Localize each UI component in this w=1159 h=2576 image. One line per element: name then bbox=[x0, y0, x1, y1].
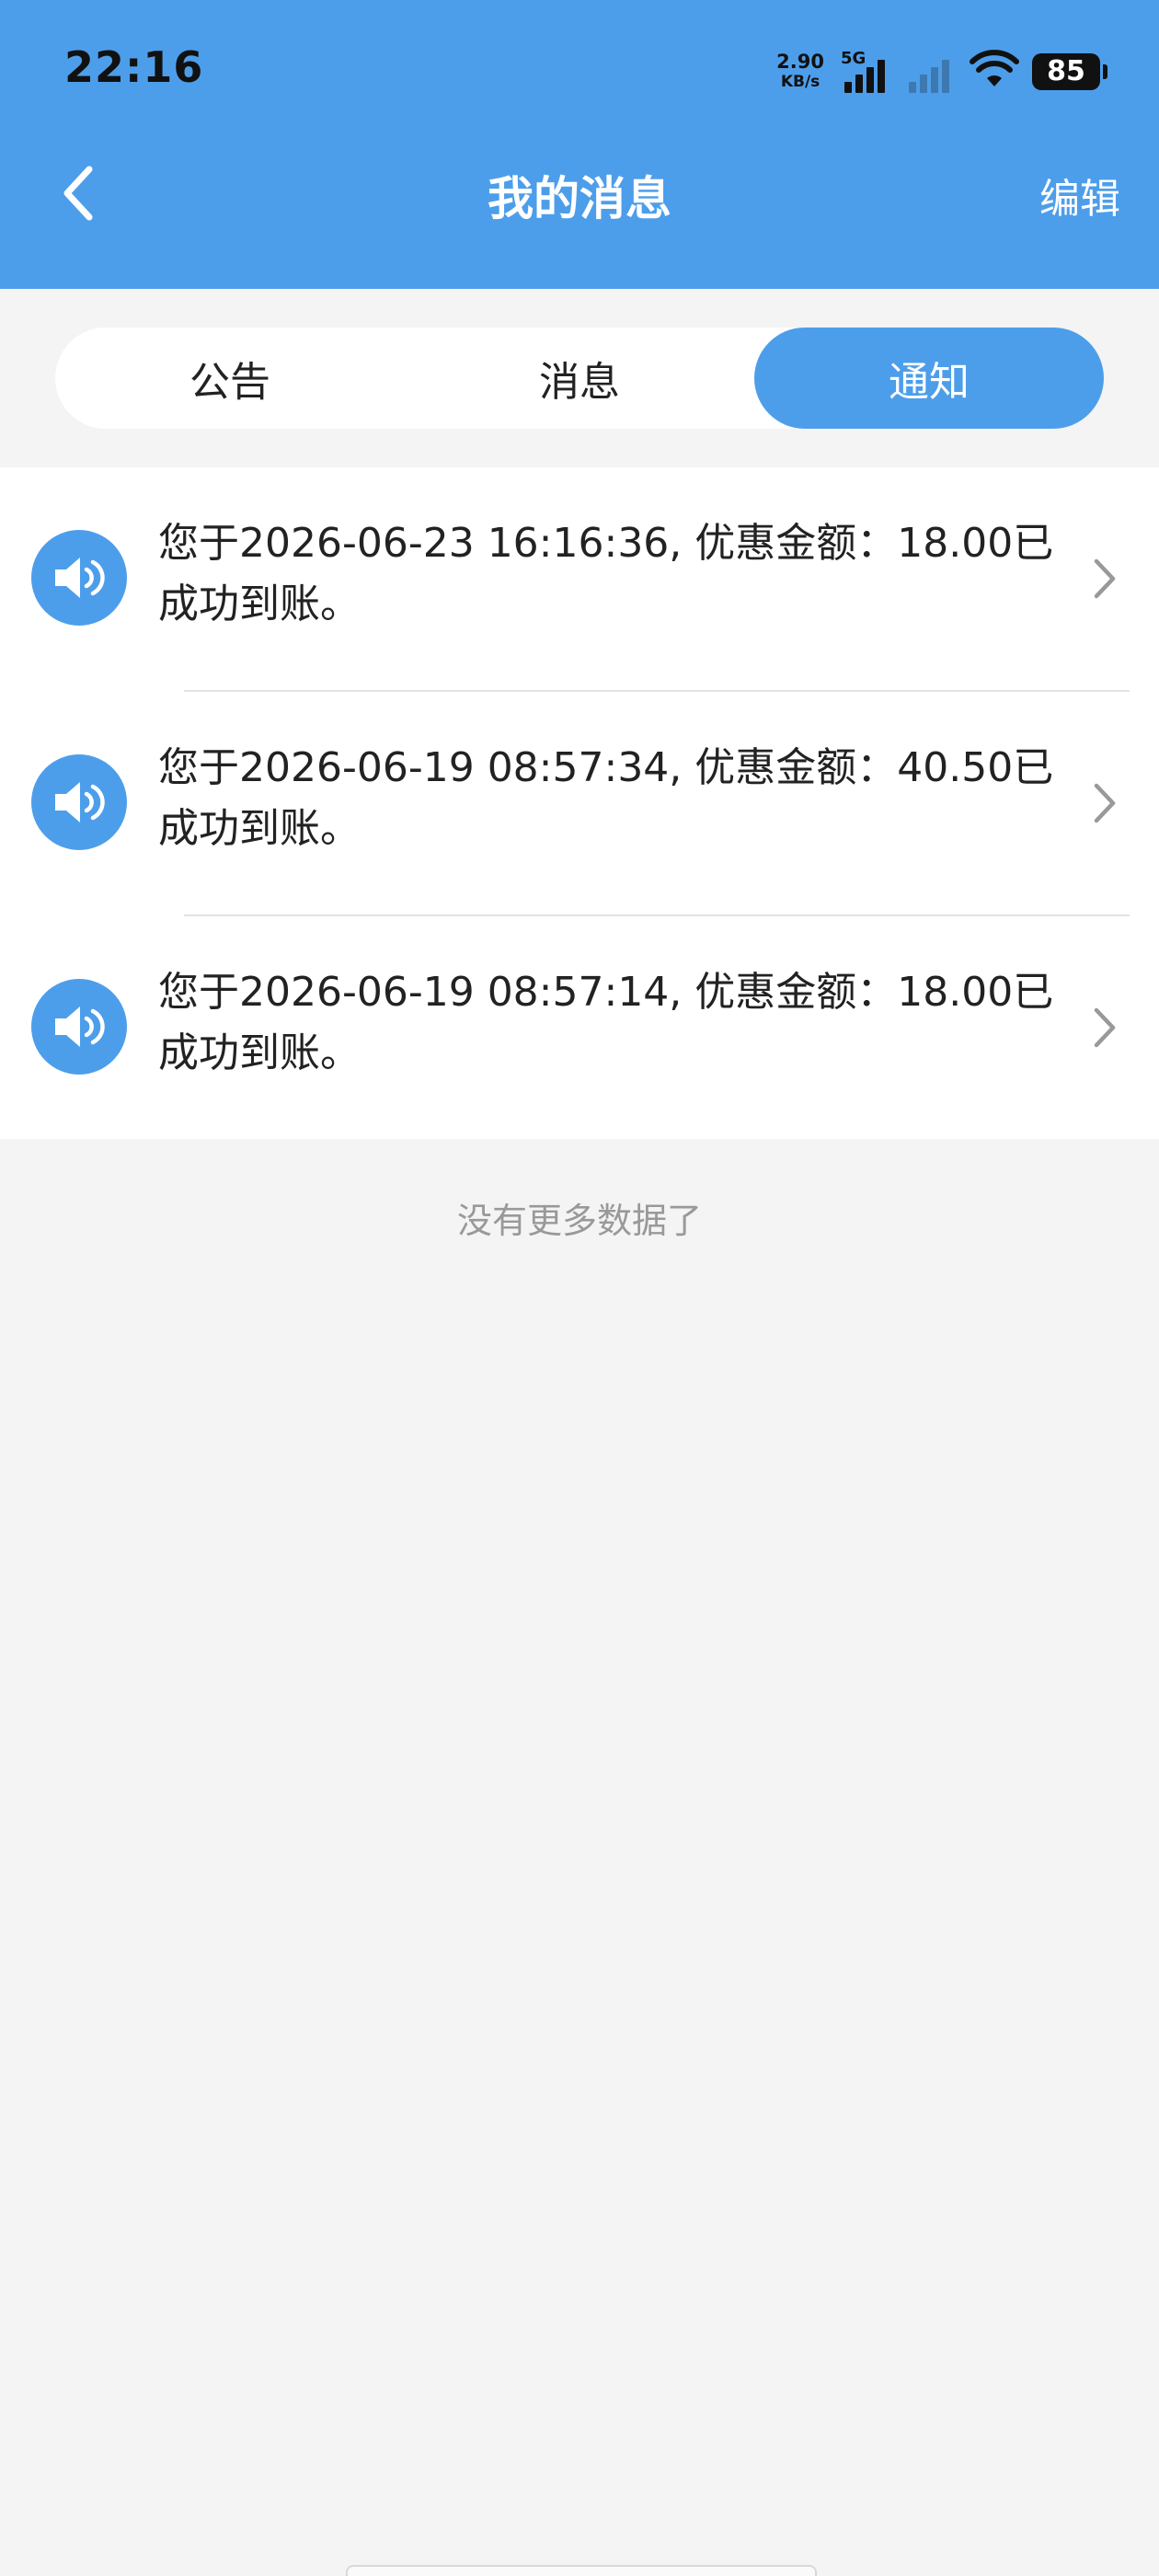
edit-button[interactable]: 编辑 bbox=[1039, 166, 1120, 224]
chevron-right-icon bbox=[1094, 558, 1116, 599]
back-button[interactable] bbox=[46, 156, 110, 230]
network-type-label: 5G bbox=[841, 49, 866, 68]
tab-messages[interactable]: 消息 bbox=[405, 328, 754, 429]
network-speed: 2.90 KB/s bbox=[776, 52, 824, 92]
network-speed-unit: KB/s bbox=[780, 73, 820, 91]
battery-level: 85 bbox=[1047, 55, 1085, 87]
list-item[interactable]: 您于2026-06-19 08:57:14, 优惠金额：18.00已成功到账。 bbox=[0, 916, 1159, 1139]
header: 22:16 2.90 KB/s 5G 85 我的消息 编辑 bbox=[0, 0, 1159, 289]
segmented-tabs: 公告 消息 通知 bbox=[55, 328, 1104, 429]
list-item[interactable]: 您于2026-06-19 08:57:34, 优惠金额：40.50已成功到账。 bbox=[0, 692, 1159, 914]
notice-text: 您于2026-06-19 08:57:34, 优惠金额：40.50已成功到账。 bbox=[158, 744, 1054, 852]
chevron-right-icon bbox=[1094, 1007, 1116, 1048]
network-speed-value: 2.90 bbox=[776, 51, 824, 73]
chevron-left-icon bbox=[63, 166, 93, 221]
status-time: 22:16 bbox=[64, 42, 204, 92]
no-more-data-label: 没有更多数据了 bbox=[456, 1201, 702, 1241]
tab-announcements[interactable]: 公告 bbox=[55, 328, 405, 429]
status-icons: 2.90 KB/s 5G 85 bbox=[776, 46, 1107, 98]
chevron-right-icon bbox=[1094, 783, 1116, 823]
wifi-icon bbox=[970, 50, 1019, 94]
battery-icon: 85 bbox=[1032, 53, 1107, 90]
speaker-icon bbox=[31, 979, 127, 1075]
page-title: 我的消息 bbox=[488, 172, 671, 225]
signal-icon bbox=[905, 51, 957, 93]
tab-bar: 公告 消息 通知 bbox=[0, 289, 1159, 466]
speaker-icon bbox=[31, 530, 127, 626]
list-item[interactable]: 您于2026-06-23 16:16:36, 优惠金额：18.00已成功到账。 bbox=[0, 467, 1159, 690]
home-indicator[interactable] bbox=[346, 2565, 817, 2576]
notice-text: 您于2026-06-19 08:57:14, 优惠金额：18.00已成功到账。 bbox=[158, 969, 1054, 1076]
notice-list: 您于2026-06-23 16:16:36, 优惠金额：18.00已成功到账。 … bbox=[0, 467, 1159, 1139]
speaker-icon bbox=[31, 754, 127, 850]
signal-5g-icon: 5G bbox=[841, 51, 892, 93]
tab-notifications[interactable]: 通知 bbox=[754, 328, 1104, 429]
notice-text: 您于2026-06-23 16:16:36, 优惠金额：18.00已成功到账。 bbox=[158, 520, 1054, 627]
